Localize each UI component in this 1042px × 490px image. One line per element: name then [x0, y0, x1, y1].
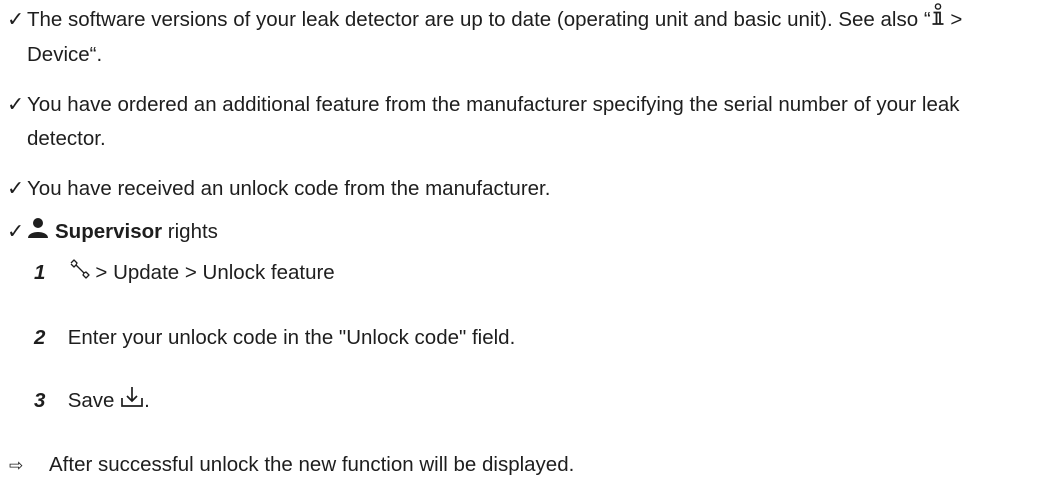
requirement-text: The software versions of your leak detec… — [7, 2, 1037, 72]
step-text: > Update > Unlock feature — [68, 258, 335, 289]
requirement-unlock-code: ✓ You have received an unlock code from … — [7, 172, 1037, 206]
check-mark-icon: ✓ — [7, 177, 25, 200]
info-icon — [931, 2, 945, 38]
step-text: Save . — [68, 386, 150, 417]
user-icon — [27, 216, 55, 250]
requirement-text-part: The software versions of your leak detec… — [27, 8, 931, 31]
step-number: 1 — [34, 261, 46, 284]
requirement-text-part: rights — [162, 220, 218, 243]
save-download-icon — [120, 386, 144, 417]
check-mark-icon: ✓ — [7, 8, 25, 31]
instruction-page: ✓ The software versions of your leak det… — [0, 0, 1042, 490]
requirement-software-versions: ✓ The software versions of your leak det… — [7, 2, 1037, 72]
step-3: 3 Save . — [32, 386, 150, 417]
result-arrow-icon: ⇨ — [9, 456, 24, 475]
requirement-feature-ordered: ✓ You have ordered an additional feature… — [7, 88, 1037, 156]
requirement-text: You have received an unlock code from th… — [27, 177, 551, 200]
step-number: 2 — [34, 326, 46, 349]
step-number: 3 — [34, 389, 46, 412]
step-text-part: Save — [67, 389, 121, 412]
check-mark-icon: ✓ — [7, 220, 25, 243]
requirement-text: Supervisor rights — [7, 215, 1037, 250]
result-line: ⇨ After successful unlock the new functio… — [9, 450, 574, 481]
requirement-text: You have ordered an additional feature f… — [27, 93, 960, 150]
step-2: 2 Enter your unlock code in the "Unlock … — [32, 323, 515, 353]
result-text: After successful unlock the new function… — [49, 453, 575, 476]
step-text: Enter your unlock code in the "Unlock co… — [67, 326, 516, 349]
role-label: Supervisor — [55, 220, 163, 243]
wrench-icon — [68, 258, 90, 289]
step-text-part: . — [144, 389, 150, 412]
requirement-supervisor-rights: ✓ Supervisor rights — [7, 215, 1037, 250]
step-1: 1 > Update > Unlock feature — [32, 258, 335, 289]
check-mark-icon: ✓ — [7, 93, 25, 116]
step-text-part: > Update > Unlock feature — [89, 261, 335, 284]
